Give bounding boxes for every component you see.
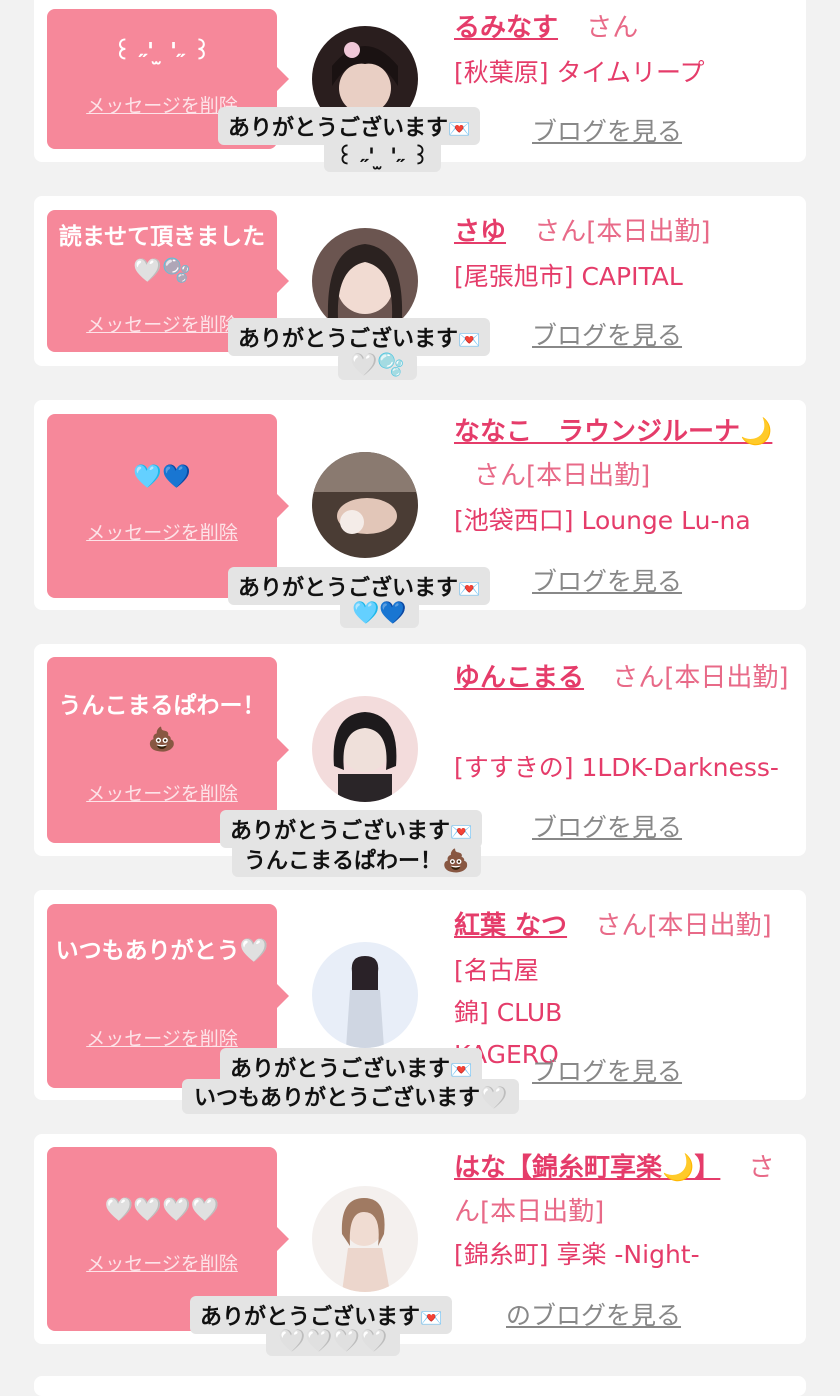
- avatar[interactable]: [312, 696, 418, 802]
- reply-text: うんこまるぱわー！💩: [232, 842, 482, 877]
- cast-name-line: 紅葉 なつ さん[本日出勤]: [454, 904, 792, 948]
- delete-message-link[interactable]: メッセージを削除: [47, 518, 277, 545]
- cast-name-line: るみなす さん: [454, 6, 792, 50]
- reply-text: 🩵💙: [340, 600, 419, 628]
- cast-name-link[interactable]: ななこ ラウンジルーナ🌙: [454, 417, 772, 447]
- message-text: ꒰ ˶' ̫ '˶ ꒱: [113, 39, 211, 65]
- view-blog-link[interactable]: ブログを見る: [532, 808, 682, 844]
- message-text: 🩵💙: [133, 464, 191, 490]
- view-blog-link[interactable]: ブログを見る: [532, 112, 682, 148]
- avatar[interactable]: [312, 1186, 418, 1292]
- reply-text: ꒰ ˶' ̫ '˶ ꒱: [324, 140, 442, 172]
- view-blog-link[interactable]: ブログを見る: [532, 316, 682, 352]
- cast-name-link[interactable]: ゆんこまる: [454, 663, 584, 693]
- toast-text: ありがとうございます: [228, 116, 449, 141]
- toast-text: ありがとうございます: [200, 1305, 421, 1330]
- view-blog-link[interactable]: のブログを見る: [506, 1296, 681, 1332]
- mail-icon: 💌: [450, 1060, 473, 1081]
- cast-name-line: ゆんこまる さん[本日出勤]: [454, 656, 792, 700]
- san-label: さん[本日出勤]: [595, 911, 772, 941]
- cast-name-line: はな【錦糸町享楽🌙】 さん[本日出勤]: [454, 1146, 792, 1234]
- reply-text: 🤍🤍🤍🤍: [266, 1328, 400, 1356]
- cast-card: [34, 1376, 806, 1396]
- avatar[interactable]: [312, 452, 418, 558]
- cast-name-link[interactable]: るみなす: [454, 13, 558, 43]
- avatar[interactable]: [312, 942, 418, 1048]
- mail-icon: 💌: [420, 1308, 443, 1329]
- cast-name-link[interactable]: はな【錦糸町享楽🌙】: [454, 1153, 720, 1183]
- mail-icon: 💌: [458, 579, 481, 600]
- san-label: さん[本日出勤]: [474, 461, 651, 491]
- toast-text: ありがとうございます: [238, 576, 459, 601]
- mail-icon: 💌: [448, 119, 471, 140]
- reply-text: 🤍🫧: [338, 352, 417, 380]
- shop-name: [すすきの] 1LDK-Darkness-: [454, 753, 779, 782]
- thanks-toast: ありがとうございます💌: [228, 318, 491, 356]
- toast-text: ありがとうございます: [238, 327, 459, 352]
- delete-message-link[interactable]: メッセージを削除: [47, 1249, 277, 1276]
- toast-text: ありがとうございます: [230, 819, 451, 844]
- view-blog-link[interactable]: ブログを見る: [532, 1052, 682, 1088]
- shop-name: [錦糸町] 享楽 -Night-: [454, 1240, 700, 1269]
- cast-name-link[interactable]: 紅葉 なつ: [454, 911, 567, 941]
- mail-icon: 💌: [450, 822, 473, 843]
- delete-message-link[interactable]: メッセージを削除: [47, 1024, 277, 1051]
- message-text: いつもありがとう🤍: [55, 938, 269, 964]
- cast-name-line: さゆ さん[本日出勤]: [454, 210, 792, 254]
- mail-icon: 💌: [458, 330, 481, 351]
- delete-message-link[interactable]: メッセージを削除: [47, 779, 277, 806]
- reply-text: いつもありがとうございます🤍: [182, 1079, 520, 1114]
- cast-name-link[interactable]: さゆ: [454, 217, 506, 247]
- san-label: さん[本日出勤]: [534, 217, 711, 247]
- message-text: うんこまるぱわー！💩: [58, 693, 266, 753]
- san-label: さん[本日出勤]: [612, 663, 789, 693]
- san-label: さん: [586, 13, 639, 43]
- cast-name-line: ななこ ラウンジルーナ🌙 さん[本日出勤]: [454, 410, 792, 498]
- shop-name: [秋葉原] タイムリープ: [454, 58, 705, 87]
- view-blog-link[interactable]: ブログを見る: [532, 562, 682, 598]
- shop-name: [尾張旭市] CAPITAL: [454, 262, 683, 291]
- message-text: 読ませて頂きました🤍🫧: [58, 224, 266, 284]
- shop-name: [池袋西口] Lounge Lu-na: [454, 506, 751, 535]
- message-text: 🤍🤍🤍🤍: [104, 1197, 220, 1223]
